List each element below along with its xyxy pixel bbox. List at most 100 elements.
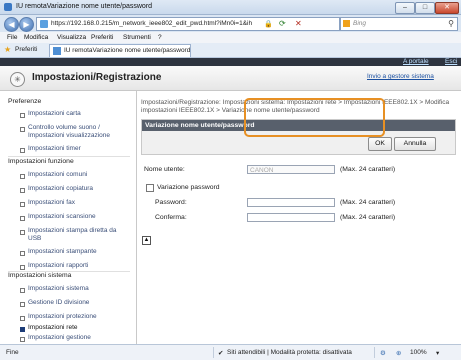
url-text: https://192.168.0.215/m_network_ieee802_… [51,20,253,27]
page-top-band: A portale Esci [0,58,461,66]
status-bar: Fine ✔ Siti attendibili | Modalità prote… [0,344,461,360]
site-icon [40,20,48,28]
cancel-button[interactable]: Annulla [394,137,436,151]
sidebar-item-security[interactable]: Impostazioni protezione [28,313,128,321]
scroll-top-icon[interactable]: ▲ [142,236,151,245]
bullet-icon [20,265,25,270]
refresh-icon[interactable]: ⟳ [279,19,286,28]
username-max-hint: (Max. 24 caratteri) [340,166,396,173]
bullet-icon [20,127,25,132]
window-titlebar: IU remotaVariazione nome utente/password… [0,0,461,15]
sidebar-divider [8,156,130,157]
confirm-max-hint: (Max. 24 caratteri) [340,214,396,221]
bullet-icon [20,288,25,293]
stop-icon[interactable]: ✕ [295,19,302,28]
search-input[interactable]: Bing ⚲ [340,17,458,31]
password-field[interactable] [247,198,335,207]
system-manager-link[interactable]: Invio a gestore sistema [367,73,434,80]
confirm-label: Conferma: [155,214,187,221]
password-label: Password: [155,199,187,206]
zone-text: Siti attendibili | Modalità protetta: di… [227,349,352,356]
menu-help[interactable]: ? [158,34,162,41]
bullet-icon [20,251,25,256]
status-divider [213,347,214,358]
favorites-star-icon[interactable]: ★ [4,45,11,54]
menu-edit[interactable]: Modifica [24,34,48,41]
status-divider [374,347,375,358]
sidebar-item-system[interactable]: Impostazioni sistema [28,285,128,293]
bullet-icon [20,316,25,321]
url-field[interactable]: https://192.168.0.215/m_network_ieee802_… [36,17,340,31]
menu-view[interactable]: Visualizza [57,34,86,41]
back-icon[interactable]: ◀ [4,17,19,32]
sidebar-item-usb-print[interactable]: Impostazioni stampa diretta da USB [28,227,128,243]
tab-title: IU remotaVariazione nome utente/password [64,47,191,54]
browser-app-icon [4,3,12,11]
bullet-icon [20,216,25,221]
portal-link[interactable]: A portale [403,58,429,65]
sidebar-item-copy[interactable]: Impostazioni copiatura [28,185,128,193]
sidebar-heading-functions: Impostazioni funzione [8,158,74,165]
address-bar: ◀ ▶ https://192.168.0.215/m_network_ieee… [0,15,461,32]
menu-tools[interactable]: Strumenti [123,34,151,41]
sidebar-heading-preferences: Preferenze [8,98,42,105]
sidebar-item-reports[interactable]: Impostazioni rapporti [28,262,128,270]
bullet-active-icon [20,327,25,332]
logout-link[interactable]: Esci [445,58,457,65]
favorites-bar: ★ Preferiti IU remotaVariazione nome ute… [0,43,461,58]
username-field[interactable]: CANON [247,165,335,174]
sidebar-item-management[interactable]: Impostazioni gestione [28,334,128,342]
bullet-icon [20,188,25,193]
bullet-icon [20,230,25,235]
zoom-level[interactable]: 100% [410,349,427,356]
ok-button[interactable]: OK [368,137,392,151]
zoom-dropdown-icon[interactable]: ▾ [436,349,439,357]
sidebar-item-division-id[interactable]: Gestione ID divisione [28,299,128,307]
bullet-icon [20,113,25,118]
maximize-button[interactable]: □ [415,2,435,14]
password-max-hint: (Max. 24 caratteri) [340,199,396,206]
sidebar-item-volume-display[interactable]: Controllo volume suono / Impostazioni vi… [28,124,128,140]
confirm-field[interactable] [247,213,335,222]
sidebar-item-common[interactable]: Impostazioni comuni [28,171,128,179]
minimize-button[interactable]: – [395,2,415,14]
close-button[interactable]: ✕ [435,2,459,14]
sidebar-item-scan[interactable]: Impostazioni scansione [28,213,128,221]
settings-logo-icon: ✳ [10,72,25,87]
change-password-checkbox[interactable] [146,184,154,192]
sidebar-item-fax[interactable]: Impostazioni fax [28,199,128,207]
sidebar-item-paper[interactable]: Impostazioni carta [28,110,128,118]
search-icon[interactable]: ⚲ [448,19,454,28]
browser-tab[interactable]: IU remotaVariazione nome utente/password [49,44,191,57]
page-header: ✳ Impostazioni/Registrazione Invio a ges… [0,66,461,91]
forward-icon[interactable]: ▶ [19,17,34,32]
sidebar-item-network[interactable]: Impostazioni rete [28,324,128,332]
password-fields-highlight [244,98,385,137]
sidebar-heading-system: Impostazioni sistema [8,272,72,279]
bullet-icon [20,337,25,342]
bullet-icon [20,302,25,307]
bullet-icon [20,202,25,207]
change-password-label: Variazione password [157,184,220,191]
sidebar-item-timer[interactable]: Impostazioni timer [28,145,128,153]
favorites-button[interactable]: Preferiti [15,46,37,53]
lock-icon[interactable]: 🔒 [264,20,273,28]
bing-icon [343,20,350,27]
search-placeholder: Bing [353,20,367,27]
bullet-icon [20,148,25,153]
menu-favorites[interactable]: Preferiti [91,34,113,41]
status-text: Fine [6,349,19,356]
page-title: Impostazioni/Registrazione [32,72,162,83]
protected-mode-icon[interactable]: ⚙ [380,349,386,357]
tab-page-icon [53,47,61,55]
sidebar-item-printer[interactable]: Impostazioni stampante [28,248,128,256]
window-title: IU remotaVariazione nome utente/password [16,3,153,10]
username-label: Nome utente: [144,166,185,173]
sidebar: Preferenze Impostazioni carta Controllo … [0,91,137,344]
zoom-icon[interactable]: ⊕ [396,349,401,357]
menu-file[interactable]: File [7,34,17,41]
panel-title: Variazione nome utente/password [145,122,255,129]
trusted-check-icon: ✔ [218,350,224,357]
bullet-icon [20,174,25,179]
menu-bar: File Modifica Visualizza Preferiti Strum… [0,32,461,43]
